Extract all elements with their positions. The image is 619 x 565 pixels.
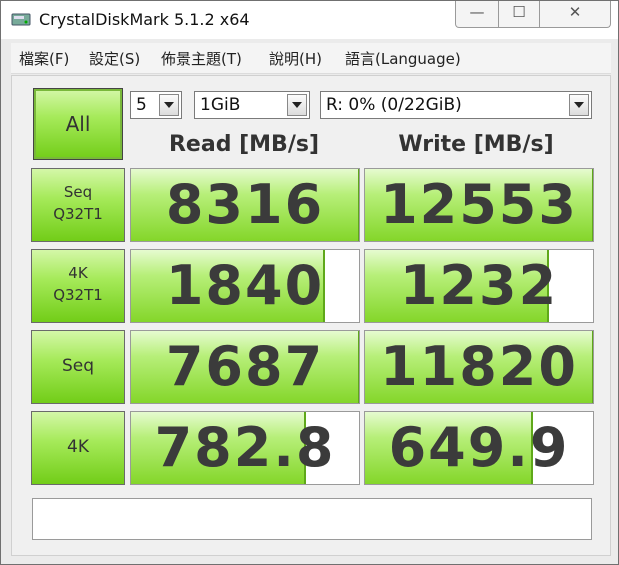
read-header: Read [MB/s] <box>168 132 319 157</box>
result-value: 7687 <box>165 335 325 398</box>
size-select[interactable]: 1GiB <box>194 91 310 119</box>
result-value: 1840 <box>165 254 325 317</box>
menu-settings[interactable]: 設定(S) <box>89 48 140 69</box>
main-panel: All 5 1GiB R: 0% (0/22GiB) Read [MB/s] W… <box>11 75 611 556</box>
close-button[interactable]: ✕ <box>539 1 611 28</box>
4k-q32t1-read-result: 1840 <box>130 249 360 323</box>
drive-value: R: 0% (0/22GiB) <box>326 95 462 115</box>
menu-help[interactable]: 說明(H) <box>269 48 322 69</box>
seq-write-result: 11820 <box>364 330 594 404</box>
maximize-button[interactable]: ☐ <box>498 1 540 28</box>
count-value: 5 <box>136 95 147 115</box>
seq-q32t1-write-result: 12553 <box>364 168 594 242</box>
4k-button[interactable]: 4K <box>31 411 125 485</box>
test-label: Seq <box>63 183 93 201</box>
all-button[interactable]: All <box>33 88 123 160</box>
seq-q32t1-button[interactable]: Seq Q32T1 <box>31 168 125 242</box>
test-sublabel: Q32T1 <box>53 286 103 304</box>
minimize-button[interactable]: — <box>455 1 499 28</box>
seq-q32t1-read-result: 8316 <box>130 168 360 242</box>
result-value: 1232 <box>399 254 559 317</box>
result-value: 11820 <box>380 335 578 398</box>
menu-file[interactable]: 檔案(F) <box>19 48 69 69</box>
all-button-label: All <box>65 112 91 136</box>
minimize-icon: — <box>469 3 485 21</box>
count-select[interactable]: 5 <box>130 91 182 119</box>
test-sublabel: Q32T1 <box>53 205 103 223</box>
test-label: 4K <box>68 264 88 282</box>
menu-language[interactable]: 語言(Language) <box>345 48 461 69</box>
test-label: 4K <box>67 437 89 457</box>
title-bar[interactable]: CrystalDiskMark 5.1.2 x64 — ☐ ✕ <box>1 1 618 39</box>
result-value: 649.9 <box>388 416 570 479</box>
test-label: Seq <box>61 356 95 376</box>
4k-write-result: 649.9 <box>364 411 594 485</box>
close-icon: ✕ <box>568 3 582 21</box>
chevron-down-icon <box>159 94 179 116</box>
drive-select[interactable]: R: 0% (0/22GiB) <box>320 91 592 119</box>
4k-read-result: 782.8 <box>130 411 360 485</box>
4k-q32t1-write-result: 1232 <box>364 249 594 323</box>
write-header: Write [MB/s] <box>398 132 554 157</box>
chevron-down-icon <box>569 94 589 116</box>
result-value: 12553 <box>380 173 578 236</box>
menu-theme[interactable]: 佈景主題(T) <box>161 48 242 69</box>
app-window: CrystalDiskMark 5.1.2 x64 — ☐ ✕ 檔案(F) 設定… <box>0 0 619 565</box>
result-value: 782.8 <box>154 416 336 479</box>
window-title: CrystalDiskMark 5.1.2 x64 <box>39 10 250 29</box>
size-value: 1GiB <box>200 95 241 115</box>
seq-button[interactable]: Seq <box>31 330 125 404</box>
seq-read-result: 7687 <box>130 330 360 404</box>
maximize-icon: ☐ <box>512 3 526 21</box>
result-value: 8316 <box>165 173 325 236</box>
4k-q32t1-button[interactable]: 4K Q32T1 <box>31 249 125 323</box>
comment-field[interactable] <box>32 498 592 540</box>
chevron-down-icon <box>287 94 307 116</box>
menu-bar: 檔案(F) 設定(S) 佈景主題(T) 說明(H) 語言(Language) <box>11 43 611 74</box>
app-icon <box>11 13 31 26</box>
